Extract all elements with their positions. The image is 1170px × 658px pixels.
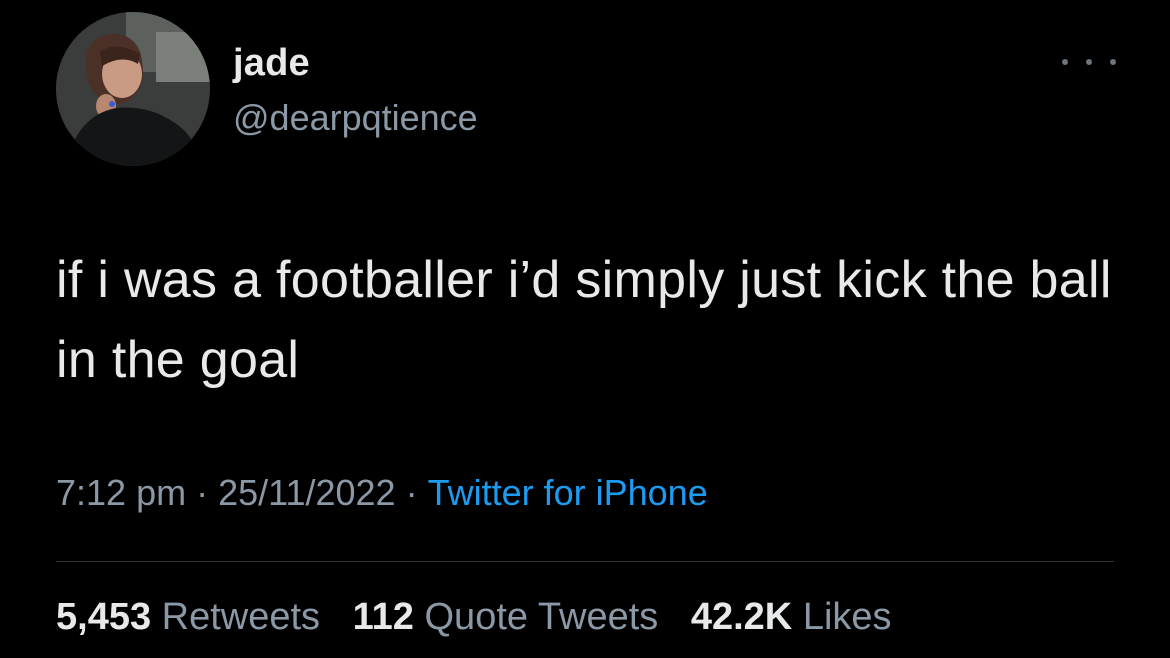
tweet-time[interactable]: 7:12 pm	[56, 472, 186, 513]
tweet-text: if i was a footballer i’d simply just ki…	[56, 251, 1112, 389]
meta-separator: ·	[196, 472, 209, 513]
quote-tweets-stat[interactable]: 112 Quote Tweets	[353, 596, 659, 638]
likes-stat[interactable]: 42.2K Likes	[691, 596, 892, 638]
meta-separator: ·	[405, 472, 418, 513]
tweet-date[interactable]: 25/11/2022	[218, 472, 396, 513]
tweet-source-link[interactable]: Twitter for iPhone	[428, 472, 708, 513]
more-options-icon[interactable]	[1062, 52, 1116, 72]
avatar[interactable]	[56, 12, 210, 166]
tweet-metadata: 7:12 pm · 25/11/2022 · Twitter for iPhone	[56, 472, 708, 514]
retweets-count: 5,453	[56, 596, 152, 638]
quote-tweets-count: 112	[352, 596, 414, 638]
divider	[56, 561, 1114, 562]
quote-tweets-label: Quote Tweets	[424, 596, 659, 638]
user-handle[interactable]: @dearpqtience	[233, 97, 478, 139]
display-name[interactable]: jade	[233, 42, 310, 85]
retweets-stat[interactable]: 5,453 Retweets	[56, 596, 320, 638]
likes-count: 42.2K	[690, 596, 793, 638]
retweets-label: Retweets	[161, 596, 321, 638]
likes-label: Likes	[802, 596, 892, 638]
engagement-stats: 5,453 Retweets 112 Quote Tweets 42.2K Li…	[56, 596, 892, 639]
tweet-card: jade @dearpqtience if i was a footballer…	[0, 0, 1170, 658]
profile-photo-icon	[56, 12, 210, 166]
